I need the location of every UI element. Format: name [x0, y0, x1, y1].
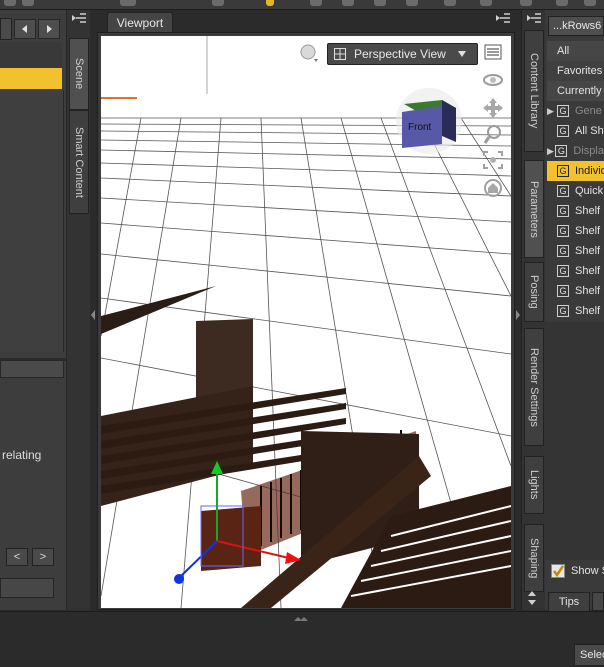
- nav-back-button[interactable]: [14, 19, 36, 39]
- toolbar-icon[interactable]: [120, 0, 136, 6]
- group-list-empty-area: [545, 322, 604, 560]
- toolbar-icon[interactable]: [310, 0, 322, 6]
- lower-pane-header: [0, 360, 64, 378]
- expand-arrow-icon[interactable]: ▶: [547, 106, 557, 117]
- filter-item[interactable]: Favorites: [547, 61, 604, 81]
- parameter-group-row[interactable]: G Shelf: [547, 261, 604, 281]
- top-toolbar: [0, 0, 604, 10]
- left-splitter-handle[interactable]: [90, 290, 96, 340]
- viewport-options-icon[interactable]: [484, 44, 502, 60]
- filter-item[interactable]: All: [547, 41, 604, 61]
- tab-smart-content[interactable]: Smart Content: [69, 110, 89, 214]
- info-text: relating: [2, 448, 42, 462]
- parameter-group-row[interactable]: G Shelf: [547, 241, 604, 261]
- tab-content-library[interactable]: Content Library: [524, 30, 544, 152]
- parameter-group-row[interactable]: G All Sh: [547, 121, 604, 141]
- frame-icon[interactable]: [482, 150, 504, 170]
- parameter-group-row[interactable]: ▶ G Displa: [547, 141, 604, 161]
- collapse-handle-icon[interactable]: [286, 614, 316, 622]
- toolbar-icon[interactable]: [374, 0, 386, 6]
- parameter-group-row[interactable]: ▶ G Gene: [547, 101, 604, 121]
- view-cube[interactable]: Front: [394, 86, 464, 156]
- filter-item[interactable]: Currently: [547, 81, 604, 101]
- show-sub-items-toggle[interactable]: Show S: [547, 561, 604, 581]
- camera-sphere-icon[interactable]: [299, 43, 319, 63]
- dropdown-arrow-icon: [457, 47, 467, 61]
- left-pane-field[interactable]: [0, 18, 12, 40]
- tab-scene[interactable]: Scene: [69, 38, 89, 110]
- highlight-tool-icon[interactable]: [266, 0, 274, 6]
- viewport-menu-icon[interactable]: [494, 12, 512, 26]
- tab-posing[interactable]: Posing: [524, 262, 544, 322]
- home-icon[interactable]: [483, 178, 503, 198]
- node-name-field[interactable]: ...kRows6: [548, 16, 604, 36]
- toolbar-icon[interactable]: [520, 0, 532, 6]
- parameter-group-row[interactable]: G Shelf: [547, 221, 604, 241]
- grid-view-icon: [334, 48, 346, 60]
- parameter-group-row[interactable]: G Shelf: [547, 281, 604, 301]
- menu-lines-icon[interactable]: [525, 12, 543, 26]
- group-icon: G: [557, 245, 569, 257]
- parameter-group-row[interactable]: G Shelf: [547, 201, 604, 221]
- tab-lights[interactable]: Lights: [524, 456, 544, 514]
- group-icon: G: [557, 285, 569, 297]
- group-icon: G: [557, 165, 569, 177]
- rotate-orbit-icon[interactable]: [482, 72, 504, 88]
- toolbar-icon[interactable]: [480, 0, 492, 6]
- parameter-group-row[interactable]: G Quick: [547, 181, 604, 201]
- expand-arrow-icon[interactable]: ▶: [547, 146, 555, 157]
- arrow-left-icon: [22, 25, 27, 33]
- group-icon: G: [557, 185, 569, 197]
- left-tab-bar: Scene Smart Content: [66, 10, 90, 610]
- shelf-model: [101, 286, 511, 608]
- scroll-arrows[interactable]: [524, 588, 540, 608]
- toolbar-icon[interactable]: [584, 0, 596, 6]
- tab-parameters[interactable]: Parameters: [524, 160, 544, 258]
- view-mode-dropdown[interactable]: Perspective View: [327, 43, 478, 65]
- next-page-button[interactable]: >: [32, 548, 54, 566]
- toolbar-icon[interactable]: [444, 0, 456, 6]
- toolbar-icon[interactable]: [22, 0, 34, 6]
- toolbar-icon[interactable]: [406, 0, 418, 6]
- cube-face-label: Front: [408, 122, 432, 133]
- arrow-right-icon: [47, 25, 52, 33]
- parameter-group-row[interactable]: G Shelf: [547, 301, 604, 321]
- toolbar-icon[interactable]: [212, 0, 224, 6]
- group-icon: G: [557, 265, 569, 277]
- lower-pane-button[interactable]: [0, 578, 54, 598]
- group-icon: G: [557, 305, 569, 317]
- menu-lines-icon[interactable]: [70, 12, 88, 26]
- toolbar-icon[interactable]: [342, 0, 354, 6]
- tab-viewport[interactable]: Viewport: [107, 12, 173, 32]
- group-icon: G: [557, 225, 569, 237]
- pan-move-icon[interactable]: [482, 97, 504, 119]
- zoom-icon[interactable]: [483, 124, 503, 146]
- select-button[interactable]: Selec: [574, 644, 604, 666]
- nav-forward-button[interactable]: [38, 19, 60, 39]
- scene-list: [0, 90, 64, 352]
- toolbar-icon[interactable]: [4, 0, 16, 6]
- right-tab-bar: Content Library Parameters Posing Render…: [521, 10, 545, 610]
- lower-pane: relating < >: [0, 378, 64, 610]
- group-icon: G: [557, 205, 569, 217]
- checkbox-check-icon[interactable]: [551, 564, 565, 578]
- tab-next[interactable]: [592, 592, 604, 611]
- scene-header-strip: [0, 42, 62, 70]
- left-pane: relating < >: [0, 10, 66, 610]
- scene-selected-row[interactable]: [0, 68, 62, 89]
- group-icon: G: [555, 145, 568, 157]
- tab-tips[interactable]: Tips: [548, 592, 590, 611]
- toolbar-icon[interactable]: [556, 0, 568, 6]
- group-icon: G: [557, 125, 569, 137]
- prev-page-button[interactable]: <: [6, 548, 28, 566]
- group-icon: G: [557, 105, 569, 117]
- status-bar: Selec: [0, 611, 604, 667]
- view-mode-label: Perspective View: [354, 47, 446, 61]
- tab-shaping[interactable]: Shaping: [524, 524, 544, 592]
- tab-render-settings[interactable]: Render Settings: [524, 328, 544, 446]
- parameter-group-row-selected[interactable]: G Individ: [547, 161, 604, 181]
